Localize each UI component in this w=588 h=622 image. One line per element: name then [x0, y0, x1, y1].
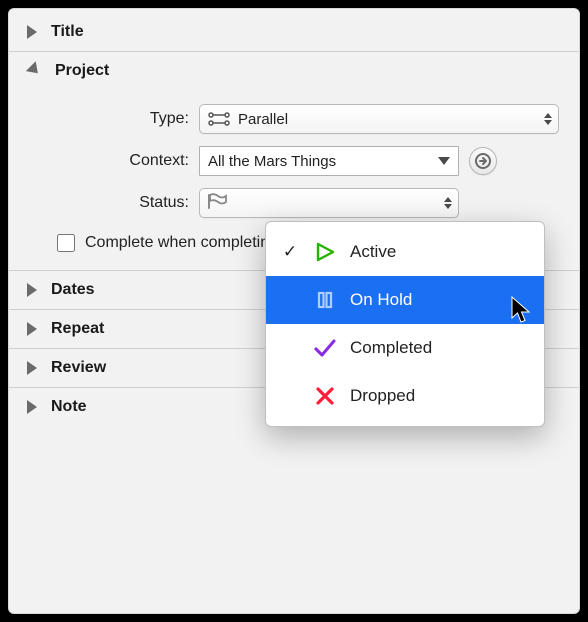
checkmark-box-icon [308, 337, 342, 359]
row-context: Context: All the Mars Things [29, 146, 559, 176]
check-icon: ✓ [280, 242, 300, 262]
menu-item-label: Completed [350, 338, 432, 358]
disclosure-icon [27, 25, 37, 39]
parallel-icon [208, 111, 230, 127]
pause-icon [308, 289, 342, 311]
section-header-project[interactable]: Project [9, 52, 579, 90]
context-value: All the Mars Things [208, 153, 336, 170]
menu-item-label: Active [350, 242, 396, 262]
type-popup[interactable]: Parallel [199, 104, 559, 134]
row-type: Type: Parallel [29, 104, 559, 134]
label-context: Context: [29, 152, 199, 170]
section-title: Review [51, 359, 106, 377]
row-status: Status: [29, 188, 559, 218]
section-header-title[interactable]: Title [9, 19, 579, 52]
menu-item-active[interactable]: ✓ Active [266, 228, 544, 276]
play-icon [308, 241, 342, 263]
menu-item-label: On Hold [350, 290, 412, 310]
section-title: Project [55, 62, 109, 80]
disclosure-icon [27, 361, 37, 375]
menu-item-on-hold[interactable]: On Hold [266, 276, 544, 324]
complete-when-checkbox[interactable] [57, 234, 75, 252]
chevron-updown-icon [544, 113, 552, 125]
chevron-updown-icon [444, 197, 452, 209]
menu-item-label: Dropped [350, 386, 415, 406]
menu-item-completed[interactable]: Completed [266, 324, 544, 372]
section-title: Dates [51, 281, 95, 299]
flag-icon [208, 193, 228, 213]
disclosure-icon [27, 400, 37, 414]
goto-context-button[interactable] [469, 147, 497, 175]
section-title: Repeat [51, 320, 104, 338]
chevron-down-icon [438, 157, 450, 165]
disclosure-icon [27, 322, 37, 336]
label-status: Status: [29, 194, 199, 212]
section-title: Title [51, 23, 84, 41]
context-combo[interactable]: All the Mars Things [199, 146, 459, 176]
section-title: Note [51, 398, 87, 416]
arrow-right-circle-icon [475, 153, 491, 169]
menu-item-dropped[interactable]: Dropped [266, 372, 544, 420]
inspector-panel: Title Project Type: Paralle [8, 8, 580, 614]
disclosure-icon [27, 283, 37, 297]
x-icon [308, 385, 342, 407]
type-value: Parallel [238, 111, 288, 128]
disclosure-icon [26, 61, 43, 78]
label-type: Type: [29, 110, 199, 128]
status-popup[interactable] [199, 188, 459, 218]
status-menu: ✓ Active On Hold [265, 221, 545, 427]
